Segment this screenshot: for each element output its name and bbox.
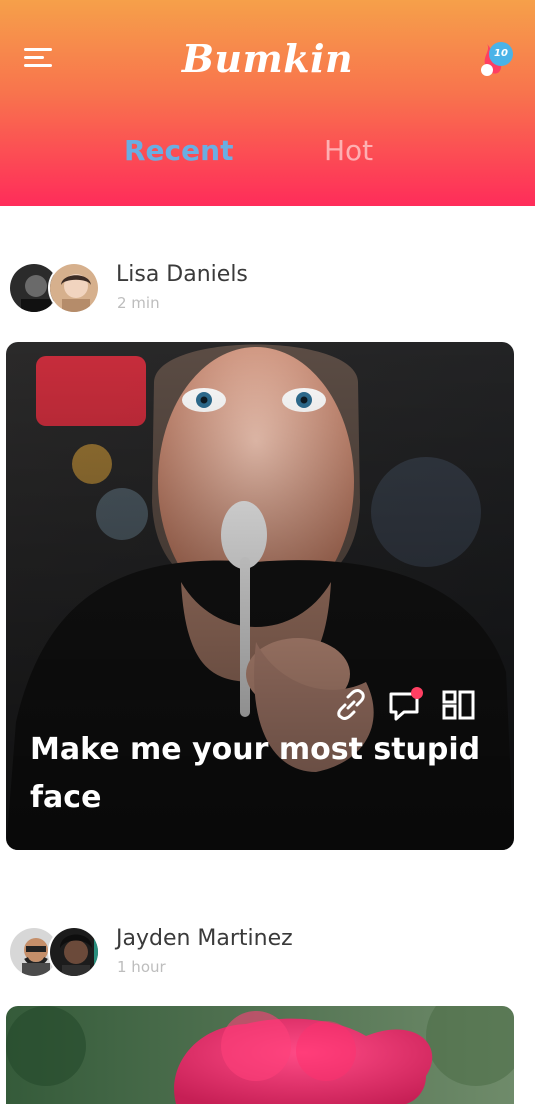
post-header: Lisa Daniels 2 min [0, 260, 535, 320]
notifications-button[interactable]: 10 [473, 38, 513, 82]
feed-tabs: Recent Hot [0, 128, 535, 174]
post-caption: Make me your most stupid face [30, 732, 481, 815]
tab-hot[interactable]: Hot [324, 128, 373, 174]
avatar [48, 926, 100, 978]
post-header: Jayden Martinez 1 hour [0, 924, 535, 984]
post-author[interactable]: Lisa Daniels [116, 260, 248, 290]
app-header: Bumkin 10 Recent Hot [0, 0, 535, 206]
post-photo [6, 1006, 514, 1104]
post-author[interactable]: Jayden Martinez [116, 924, 293, 954]
post-card[interactable]: Make me your most stupid face [6, 342, 514, 850]
post-time: 2 min [117, 294, 160, 312]
avatar [48, 262, 100, 314]
link-icon[interactable] [332, 686, 370, 724]
app-logo: Bumkin [181, 36, 354, 81]
post-time: 1 hour [117, 958, 166, 976]
comment-icon[interactable] [386, 686, 424, 724]
tab-recent[interactable]: Recent [124, 128, 233, 174]
post-card[interactable] [6, 1006, 514, 1104]
layout-icon[interactable] [440, 686, 478, 724]
avatar-group[interactable] [8, 924, 102, 980]
avatar-group[interactable] [8, 260, 102, 316]
notification-badge: 10 [489, 42, 513, 66]
post-actions [332, 686, 492, 726]
